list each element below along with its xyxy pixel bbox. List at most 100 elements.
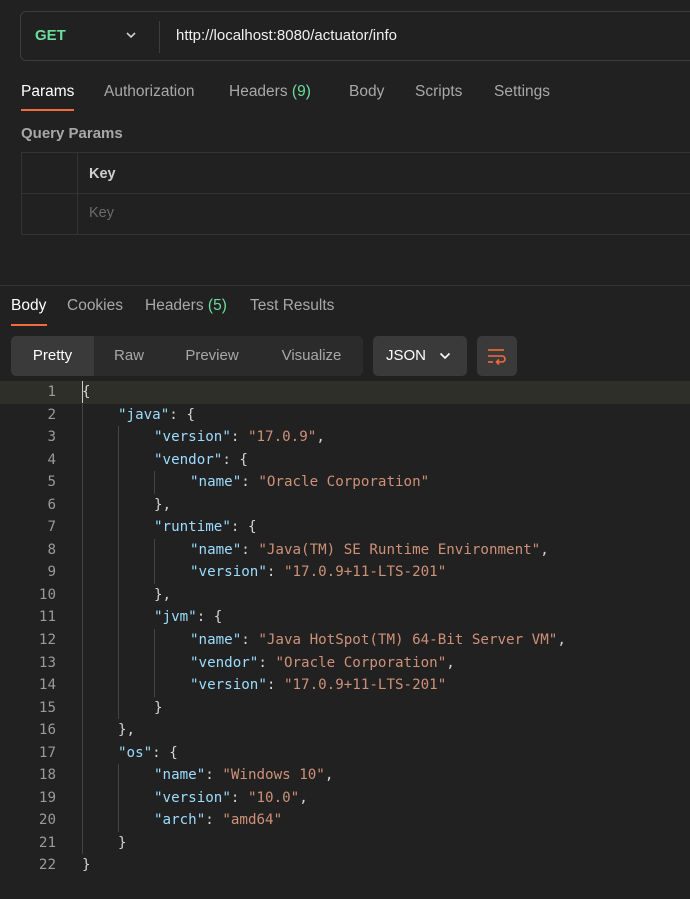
indent-guide <box>154 471 155 494</box>
indent-guide <box>82 651 83 675</box>
json-colon: : <box>230 429 248 446</box>
view-preview-button[interactable]: Preview <box>164 336 260 376</box>
line-number: 16 <box>38 722 56 739</box>
json-key: "name" <box>154 767 206 784</box>
view-pretty-button[interactable]: Pretty <box>11 336 94 376</box>
indent-guide <box>82 764 83 787</box>
method-select[interactable]: GET <box>35 27 66 44</box>
json-punctuation: }, <box>118 722 136 739</box>
code-line: 19 "version": "10.0", <box>0 786 690 810</box>
line-number: 12 <box>38 632 56 649</box>
line-number: 2 <box>47 406 56 423</box>
code-line: 6}, <box>0 493 690 517</box>
response-tab-body[interactable]: Body <box>11 297 46 315</box>
json-punctuation: : { <box>196 609 223 626</box>
key-input[interactable]: Key <box>89 205 114 221</box>
code-line: 3 "version": "17.0.9", <box>0 426 690 449</box>
wrap-lines-button[interactable] <box>477 336 517 376</box>
tab-body[interactable]: Body <box>349 83 384 101</box>
code-line: 2 "java": { <box>0 403 690 427</box>
indent-guide <box>82 629 83 652</box>
tab-settings[interactable]: Settings <box>494 83 550 101</box>
json-colon: : <box>241 541 259 558</box>
tab-params[interactable]: Params <box>21 83 74 101</box>
view-raw-button[interactable]: Raw <box>94 336 164 376</box>
indent-guide <box>118 786 119 810</box>
json-colon: : <box>266 564 284 581</box>
indent-guide <box>118 561 119 584</box>
json-string-value: "Java(TM) SE Runtime Environment" <box>258 541 541 558</box>
indent-guide <box>82 538 83 562</box>
json-colon: : <box>205 767 223 784</box>
line-number: 13 <box>38 654 56 671</box>
code-line: 5 "name": "Oracle Corporation" <box>0 471 690 494</box>
code-line: 8 "name": "Java(TM) SE Runtime Environmen… <box>0 538 690 562</box>
active-response-tab-indicator <box>11 324 47 326</box>
wrap-lines-icon <box>488 349 506 366</box>
response-tab-headers[interactable]: Headers (5) <box>145 297 227 315</box>
json-key: "jvm" <box>154 609 197 626</box>
indent-guide <box>82 741 83 765</box>
code-text: } <box>82 854 91 877</box>
query-params-title: Query Params <box>21 125 123 142</box>
indent-guide <box>118 583 119 607</box>
code-line: 7 "runtime": { <box>0 516 690 539</box>
code-text: { <box>82 381 91 404</box>
json-punctuation: } <box>154 699 163 716</box>
indent-guide <box>118 516 119 539</box>
tab-label: Scripts <box>415 83 463 100</box>
json-key: "name" <box>190 474 242 491</box>
json-key: "name" <box>190 632 242 649</box>
response-tab-test-results[interactable]: Test Results <box>250 297 334 315</box>
json-punctuation: }, <box>154 586 172 603</box>
response-body-editor[interactable]: 1{2 "java": {3 "version": "17.0.9", 4 "vendo… <box>0 381 690 877</box>
code-text: } <box>118 832 127 855</box>
code-line: 17 "os": { <box>0 741 690 765</box>
tab-label: Test Results <box>250 297 335 314</box>
chevron-down-icon[interactable] <box>124 28 138 42</box>
indent-guide <box>82 448 83 472</box>
format-label: JSON <box>386 347 427 364</box>
indent-guide <box>82 606 83 630</box>
indent-guide <box>154 561 155 584</box>
code-text: "name": "Windows 10", <box>154 764 333 787</box>
indent-guide <box>82 426 83 449</box>
line-number: 4 <box>47 451 56 468</box>
code-text: "name": "Java HotSpot(TM) 64-Bit Server … <box>190 629 566 652</box>
format-select[interactable]: JSON <box>373 336 467 376</box>
tab-label: Params <box>21 83 75 100</box>
indent-guide <box>154 651 155 675</box>
tab-label: Authorization <box>104 83 195 100</box>
view-visualize-button[interactable]: Visualize <box>260 336 363 376</box>
code-line: 20 "arch": "amd64" <box>0 809 690 832</box>
json-punctuation: , <box>446 654 455 671</box>
pane-divider[interactable] <box>0 285 690 286</box>
code-text: "java": { <box>118 404 195 427</box>
indent-guide <box>118 426 119 449</box>
json-punctuation: } <box>82 857 91 874</box>
code-line: 15} <box>0 696 690 720</box>
json-punctuation: , <box>324 767 334 784</box>
code-line: 16}, <box>0 719 690 742</box>
tab-authorization[interactable]: Authorization <box>104 83 194 101</box>
json-punctuation: , <box>557 632 566 649</box>
json-key: "os" <box>118 744 153 761</box>
code-line: 13 "vendor": "Oracle Corporation", <box>0 651 690 675</box>
json-string-value: "Java HotSpot(TM) 64-Bit Server VM" <box>258 632 558 649</box>
json-string-value: "amd64" <box>222 812 283 829</box>
indent-guide <box>118 538 119 562</box>
line-number: 5 <box>47 474 56 491</box>
line-number: 15 <box>38 699 56 716</box>
code-line: 21} <box>0 831 690 855</box>
response-tab-cookies[interactable]: Cookies <box>67 297 123 315</box>
code-text: "runtime": { <box>154 516 257 539</box>
tab-label: Settings <box>494 83 551 100</box>
code-line: 12 "name": "Java HotSpot(TM) 64-Bit Serve… <box>0 629 690 652</box>
indent-guide <box>118 471 119 494</box>
indent-guide <box>82 786 83 810</box>
tab-scripts[interactable]: Scripts <box>415 83 462 101</box>
code-text: }, <box>154 584 171 607</box>
url-input[interactable]: http://localhost:8080/actuator/info <box>176 27 397 44</box>
tab-headers[interactable]: Headers (9) <box>229 83 311 101</box>
json-string-value: "Windows 10" <box>222 767 325 784</box>
